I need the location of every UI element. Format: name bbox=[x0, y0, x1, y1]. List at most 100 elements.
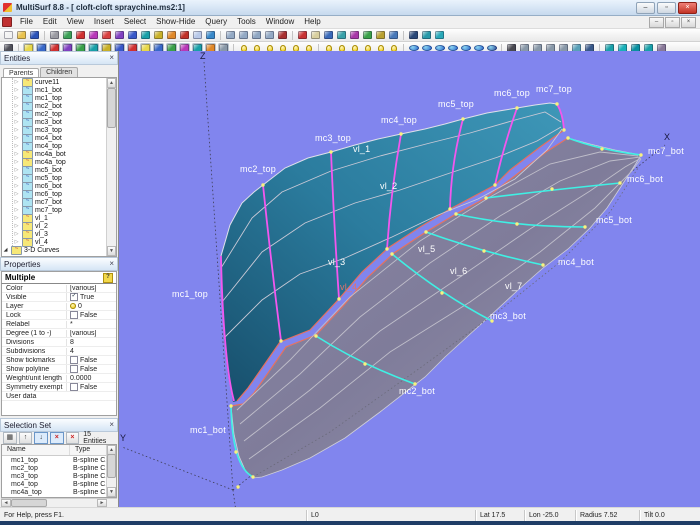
property-row-layer[interactable]: Layer0 bbox=[2, 302, 116, 311]
expander-icon[interactable]: ▷ bbox=[13, 183, 20, 189]
tree-item-mc2_top[interactable]: ▷~mc2_top bbox=[13, 110, 116, 118]
3d-viewport[interactable]: Zmc2_topmc3_topvl_1mc4_topmc5_topmc6_top… bbox=[119, 51, 700, 507]
child-minimize-button[interactable]: – bbox=[649, 17, 664, 28]
label-mc6_top[interactable]: mc6_top bbox=[494, 88, 530, 98]
view-horizontal-icon[interactable] bbox=[263, 30, 276, 41]
property-row-degree-1-to-[interactable]: Degree (1 to -)[various] bbox=[2, 329, 116, 338]
insert-point-icon[interactable] bbox=[74, 30, 87, 41]
menu-query[interactable]: Query bbox=[200, 17, 232, 26]
expander-icon[interactable]: ▷ bbox=[13, 199, 20, 205]
tree-item-mc7_bot[interactable]: ▷~mc7_bot bbox=[13, 198, 116, 206]
property-value[interactable]: 4 bbox=[66, 348, 116, 355]
expander-icon[interactable]: ▷ bbox=[13, 167, 20, 173]
help-icon[interactable]: ? bbox=[103, 273, 113, 283]
label-vl_3[interactable]: vl_3 bbox=[328, 257, 345, 267]
label-mc4_bot[interactable]: mc4_bot bbox=[558, 257, 594, 267]
tree-item-mc6_bot[interactable]: ▷~mc6_bot bbox=[13, 182, 116, 190]
selection-row-mc1_top[interactable]: mc1_topB-spline C... bbox=[2, 456, 116, 464]
label-mc1_bot[interactable]: mc1_bot bbox=[190, 425, 226, 435]
label-vl_7[interactable]: vl_7 bbox=[505, 281, 522, 291]
scroll-right-icon[interactable]: ► bbox=[97, 499, 107, 507]
previous-view-icon[interactable] bbox=[374, 30, 387, 41]
redraw-icon[interactable] bbox=[387, 30, 400, 41]
label-mc2_bot[interactable]: mc2_bot bbox=[399, 386, 435, 396]
label-mc7_top[interactable]: mc7_top bbox=[536, 84, 572, 94]
scroll-thumb[interactable] bbox=[107, 88, 116, 128]
title-bar[interactable]: MultiSurf 8.8 - [ cloft-cloft spraychine… bbox=[0, 0, 700, 16]
label-x[interactable]: X bbox=[664, 132, 670, 142]
column-name[interactable]: Name bbox=[2, 445, 70, 455]
tree-item-mc7_top[interactable]: ▷~mc7_top bbox=[13, 206, 116, 214]
insert-curve-icon[interactable] bbox=[126, 30, 139, 41]
expander-icon[interactable]: ▷ bbox=[13, 127, 20, 133]
child-restore-button[interactable]: ▫ bbox=[665, 17, 680, 28]
expander-icon[interactable]: ▷ bbox=[13, 159, 20, 165]
label-vl_4[interactable]: vl_4 bbox=[340, 282, 357, 292]
label-mc5_top[interactable]: mc5_top bbox=[438, 99, 474, 109]
tree-item-mc3_top[interactable]: ▷~mc3_top bbox=[13, 126, 116, 134]
open-file-icon[interactable] bbox=[15, 30, 28, 41]
tree-item-mc6_top[interactable]: ▷~mc6_top bbox=[13, 190, 116, 198]
entity-list-icon[interactable] bbox=[191, 30, 204, 41]
cut-icon[interactable] bbox=[48, 30, 61, 41]
label-mc3_top[interactable]: mc3_top bbox=[315, 133, 351, 143]
checkbox-icon[interactable] bbox=[70, 365, 78, 373]
property-value[interactable]: 0 bbox=[66, 303, 116, 310]
move-up-icon[interactable]: ↑ bbox=[19, 432, 33, 444]
view-quad-icon[interactable] bbox=[250, 30, 263, 41]
insert-bead-icon[interactable] bbox=[87, 30, 100, 41]
tree-item-mc4_top[interactable]: ▷~mc4_top bbox=[13, 142, 116, 150]
child-close-button[interactable]: × bbox=[681, 17, 696, 28]
selection-close-icon[interactable]: × bbox=[109, 421, 114, 429]
selection-scrollbar[interactable]: ▲ ▼ bbox=[106, 445, 116, 497]
property-value[interactable]: ✓True bbox=[66, 293, 116, 301]
menu-insert[interactable]: Insert bbox=[89, 17, 119, 26]
properties-close-icon[interactable]: × bbox=[109, 260, 114, 268]
close-button[interactable]: × bbox=[678, 2, 697, 14]
tree-item-mc2_bot[interactable]: ▷~mc2_bot bbox=[13, 102, 116, 110]
tree-item-mc4_bot[interactable]: ▷~mc4_bot bbox=[13, 134, 116, 142]
tree-item-mc5_bot[interactable]: ▷~mc5_bot bbox=[13, 166, 116, 174]
insert-solid-icon[interactable] bbox=[178, 30, 191, 41]
property-row-lock[interactable]: LockFalse bbox=[2, 311, 116, 320]
clear-set-icon[interactable]: × bbox=[66, 432, 80, 444]
label-y[interactable]: Y bbox=[120, 433, 126, 443]
expander-icon[interactable]: ▷ bbox=[13, 207, 20, 213]
menu-view[interactable]: View bbox=[62, 17, 89, 26]
label-z[interactable]: Z bbox=[200, 51, 206, 61]
insert-surface-icon[interactable] bbox=[152, 30, 165, 41]
property-row-visible[interactable]: Visible✓True bbox=[2, 293, 116, 302]
expander-icon[interactable]: ▷ bbox=[13, 143, 20, 149]
insert-snake-icon[interactable] bbox=[139, 30, 152, 41]
label-mc7_bot[interactable]: mc7_bot bbox=[648, 146, 684, 156]
insert-label-icon[interactable] bbox=[204, 30, 217, 41]
property-row-symmetry-exempt[interactable]: Symmetry exemptFalse bbox=[2, 383, 116, 392]
column-type[interactable]: Type bbox=[70, 445, 90, 455]
tree-item-mc1_bot[interactable]: ▷~mc1_bot bbox=[13, 86, 116, 94]
save-file-icon[interactable] bbox=[28, 30, 41, 41]
scroll-up-icon[interactable]: ▲ bbox=[107, 78, 116, 88]
locate-icon[interactable] bbox=[322, 30, 335, 41]
label-vl_1[interactable]: vl_1 bbox=[353, 144, 370, 154]
property-value[interactable]: False bbox=[66, 365, 116, 373]
insert-contour-icon[interactable] bbox=[165, 30, 178, 41]
property-row-divisions[interactable]: Divisions8 bbox=[2, 338, 116, 347]
expander-icon[interactable]: ▷ bbox=[13, 103, 20, 109]
tree-item-mc4a_top[interactable]: ▷~mc4a_top bbox=[13, 158, 116, 166]
property-row-show-tickmarks[interactable]: Show tickmarksFalse bbox=[2, 356, 116, 365]
move-down-icon[interactable]: ↓ bbox=[34, 432, 48, 444]
expander-icon[interactable]: ◢ bbox=[2, 247, 9, 253]
pointer-select-icon[interactable] bbox=[407, 30, 420, 41]
property-row-show-polyline[interactable]: Show polylineFalse bbox=[2, 365, 116, 374]
menu-file[interactable]: File bbox=[15, 17, 38, 26]
property-row-subdivisions[interactable]: Subdivisions4 bbox=[2, 347, 116, 356]
scroll-thumb[interactable] bbox=[11, 499, 47, 507]
copy-curve-icon[interactable] bbox=[61, 30, 74, 41]
expander-icon[interactable]: ▷ bbox=[13, 111, 20, 117]
selection-row-mc4_top[interactable]: mc4_topB-spline C... bbox=[2, 480, 116, 488]
tree-item-vl_3[interactable]: ▷~vl_3 bbox=[13, 230, 116, 238]
tree-item-vl_1[interactable]: ▷~vl_1 bbox=[13, 214, 116, 222]
expander-icon[interactable]: ▷ bbox=[13, 79, 20, 85]
label-mc2_top[interactable]: mc2_top bbox=[240, 164, 276, 174]
selection-row-mc4a_top[interactable]: mc4a_topB-spline C... bbox=[2, 488, 116, 496]
